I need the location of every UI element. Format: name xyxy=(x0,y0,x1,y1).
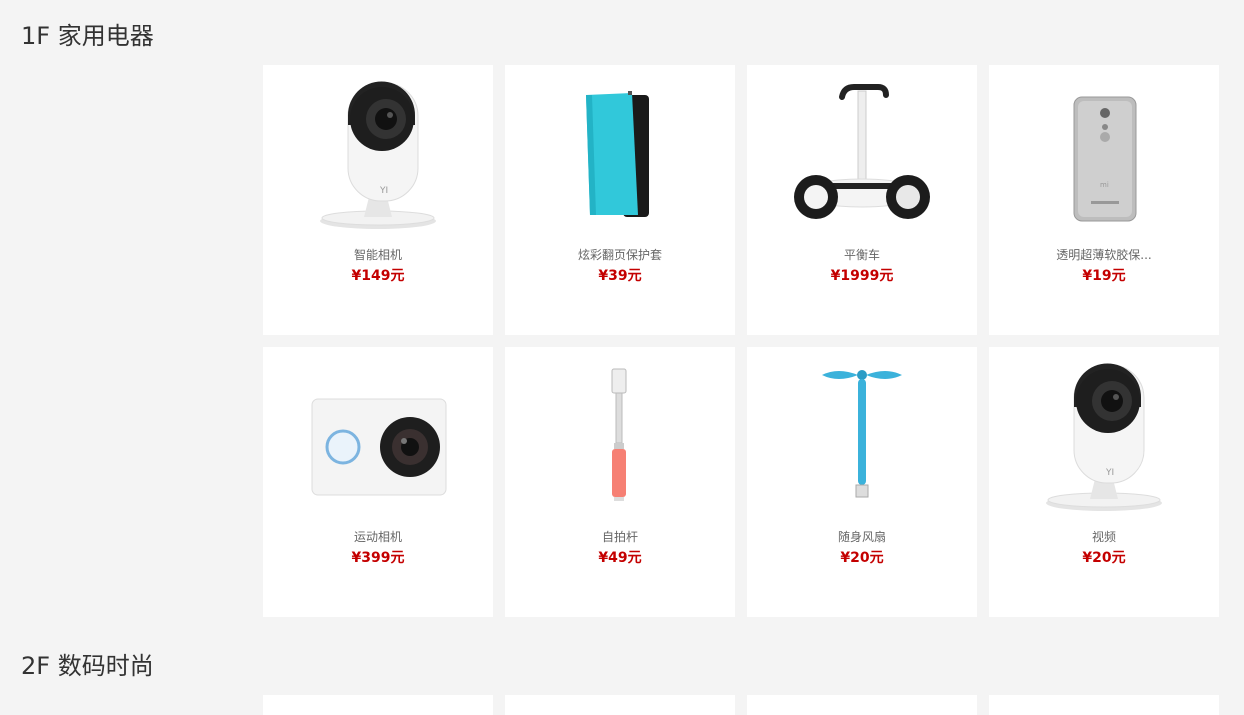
action-camera-icon xyxy=(298,357,458,517)
product-name: 运动相机 xyxy=(353,530,402,544)
usb-fan-icon xyxy=(782,357,942,517)
product-price: ¥149元 xyxy=(351,268,405,284)
selfie-stick-icon xyxy=(540,357,700,517)
product-card[interactable] xyxy=(747,695,977,715)
product-name: 视频 xyxy=(1091,530,1116,544)
product-card[interactable]: YI 视频 ¥20元 xyxy=(989,347,1219,617)
product-card[interactable]: 炫彩翻页保护套 ¥39元 xyxy=(505,65,735,335)
svg-text:YI: YI xyxy=(1105,468,1114,478)
product-price: ¥19元 xyxy=(1082,268,1126,284)
product-name: 自拍杆 xyxy=(601,530,638,544)
product-price: ¥1999元 xyxy=(830,268,894,284)
floor-1-title: 1F 家用电器 xyxy=(21,22,154,50)
product-card[interactable] xyxy=(989,695,1219,715)
svg-text:mi: mi xyxy=(1100,181,1109,189)
camera-icon: YI xyxy=(298,75,458,235)
svg-text:YI: YI xyxy=(379,186,388,196)
product-card[interactable] xyxy=(505,695,735,715)
product-price: ¥39元 xyxy=(598,268,642,284)
camera-icon: YI xyxy=(1024,357,1184,517)
product-price: ¥20元 xyxy=(840,550,884,566)
floor-2-title: 2F 数码时尚 xyxy=(21,652,154,680)
product-price: ¥20元 xyxy=(1082,550,1126,566)
product-card[interactable]: 自拍杆 ¥49元 xyxy=(505,347,735,617)
product-name: 平衡车 xyxy=(843,248,880,262)
product-name: 透明超薄软胶保... xyxy=(1056,248,1152,262)
product-name: 炫彩翻页保护套 xyxy=(577,248,662,262)
product-card[interactable]: mi 透明超薄软胶保... ¥19元 xyxy=(989,65,1219,335)
product-card[interactable] xyxy=(263,695,493,715)
product-price: ¥49元 xyxy=(598,550,642,566)
product-card[interactable]: 随身风扇 ¥20元 xyxy=(747,347,977,617)
phone-case-icon xyxy=(540,75,700,235)
product-name: 智能相机 xyxy=(353,248,402,262)
phone-icon: mi xyxy=(1024,75,1184,235)
floor-1-product-grid: YI 智能相机 ¥149元 炫彩翻页保护套 ¥39元 平衡车 ¥1999元 mi… xyxy=(263,65,1219,617)
product-card[interactable]: YI 智能相机 ¥149元 xyxy=(263,65,493,335)
product-name: 随身风扇 xyxy=(837,530,886,544)
product-card[interactable]: 运动相机 ¥399元 xyxy=(263,347,493,617)
product-price: ¥399元 xyxy=(351,550,405,566)
floor-2-product-grid xyxy=(263,695,1219,715)
balance-scooter-icon xyxy=(782,75,942,235)
product-card[interactable]: 平衡车 ¥1999元 xyxy=(747,65,977,335)
